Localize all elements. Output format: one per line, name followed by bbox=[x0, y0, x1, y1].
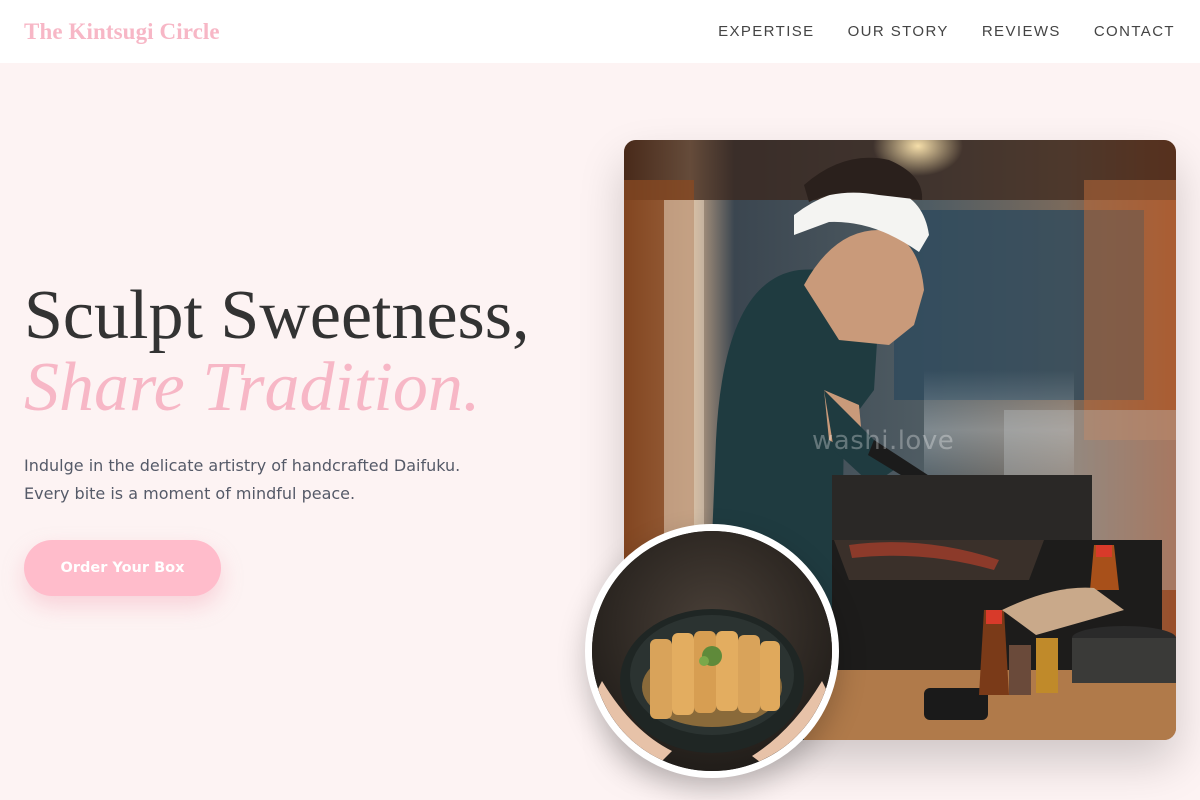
hero-title-line2: Share Tradition. bbox=[24, 349, 481, 427]
hero-description: Indulge in the delicate artistry of hand… bbox=[24, 456, 461, 503]
top-navigation: The Kintsugi Circle EXPERTISE OUR STORY … bbox=[0, 0, 1200, 63]
nav-link-reviews[interactable]: REVIEWS bbox=[982, 23, 1061, 40]
nav-links: EXPERTISE OUR STORY REVIEWS CONTACT bbox=[718, 23, 1175, 40]
order-box-button[interactable]: Order Your Box bbox=[24, 540, 221, 596]
hero-title: Sculpt Sweetness, Share Tradition. bbox=[24, 277, 530, 427]
image-watermark: washi.love bbox=[812, 426, 955, 456]
tonkatsu-bowl-photo bbox=[585, 524, 839, 778]
brand-logo[interactable]: The Kintsugi Circle bbox=[24, 19, 220, 45]
nav-link-contact[interactable]: CONTACT bbox=[1094, 23, 1175, 40]
nav-link-expertise[interactable]: EXPERTISE bbox=[718, 23, 815, 40]
hero-title-line1: Sculpt Sweetness, bbox=[24, 277, 530, 354]
nav-link-our-story[interactable]: OUR STORY bbox=[848, 23, 949, 40]
